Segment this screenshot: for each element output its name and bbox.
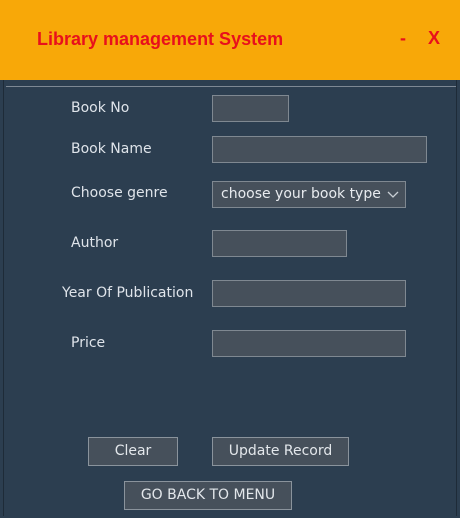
clear-button[interactable]: Clear bbox=[88, 437, 178, 466]
author-label: Author bbox=[71, 235, 119, 251]
book-no-label: Book No bbox=[71, 100, 130, 116]
window-title: Library management System bbox=[37, 29, 284, 49]
minimize-button[interactable]: - bbox=[400, 28, 406, 49]
price-input[interactable] bbox=[212, 330, 406, 357]
book-no-input[interactable] bbox=[212, 95, 289, 122]
year-label: Year Of Publication bbox=[62, 285, 194, 301]
update-record-button[interactable]: Update Record bbox=[212, 437, 349, 466]
genre-select[interactable]: choose your book type bbox=[212, 181, 406, 208]
chevron-down-icon bbox=[387, 191, 399, 198]
book-name-label: Book Name bbox=[71, 141, 152, 157]
author-input[interactable] bbox=[212, 230, 347, 257]
year-input[interactable] bbox=[212, 280, 406, 307]
back-to-menu-button[interactable]: GO BACK TO MENU bbox=[124, 481, 292, 510]
divider bbox=[6, 86, 456, 87]
genre-label: Choose genre bbox=[71, 185, 168, 201]
price-label: Price bbox=[71, 335, 106, 351]
genre-selected-value: choose your book type bbox=[221, 186, 381, 202]
close-button[interactable]: X bbox=[428, 28, 440, 49]
book-name-input[interactable] bbox=[212, 136, 427, 163]
